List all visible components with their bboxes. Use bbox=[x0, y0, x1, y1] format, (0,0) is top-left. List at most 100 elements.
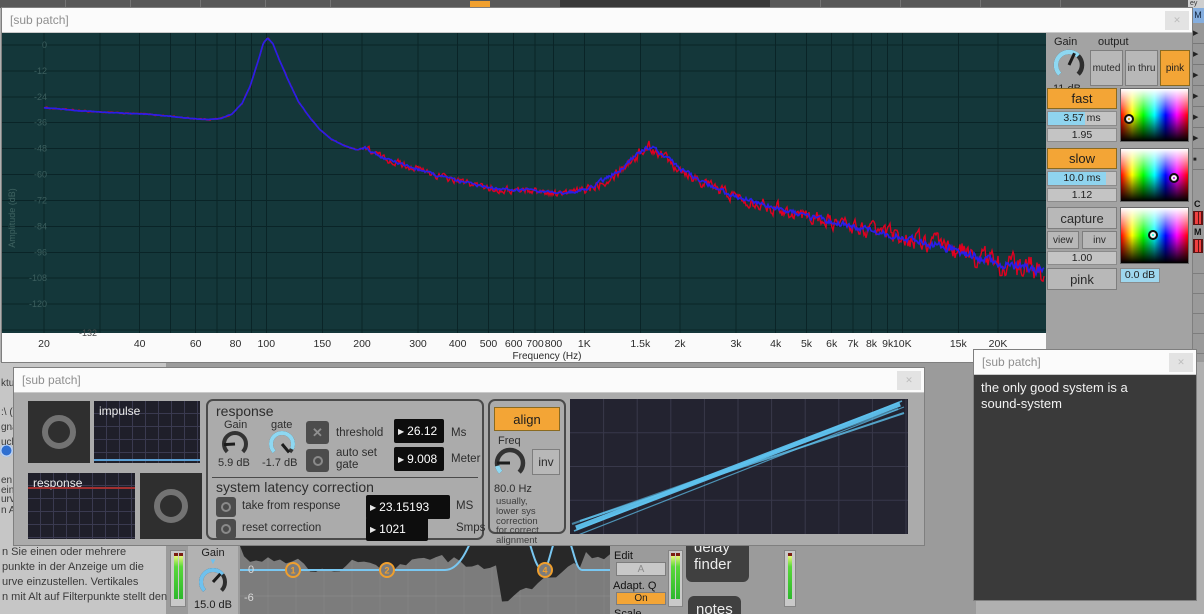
out-db-field[interactable]: 0.0 dB bbox=[1120, 268, 1160, 283]
eq-filter-marker-label: 2 bbox=[384, 566, 389, 576]
level-meter bbox=[668, 550, 683, 607]
clip-slot[interactable]: ▶ bbox=[1192, 44, 1204, 65]
toolbar-divider bbox=[820, 0, 821, 8]
gate-knob[interactable] bbox=[266, 428, 298, 460]
toolbar-orange-indicator bbox=[470, 1, 490, 7]
close-icon[interactable]: ✕ bbox=[1169, 353, 1193, 372]
eq-gain-knob[interactable] bbox=[196, 565, 230, 599]
pink-button[interactable]: pink bbox=[1047, 268, 1117, 290]
x-tick-label: 600 bbox=[505, 338, 523, 350]
inv-button[interactable]: inv bbox=[1082, 231, 1117, 249]
response-dial[interactable] bbox=[140, 473, 202, 539]
autoset-field[interactable]: ▶ 9.008 bbox=[394, 447, 444, 471]
clip-slot[interactable]: ▶ bbox=[1192, 107, 1204, 128]
color-marker[interactable] bbox=[1169, 173, 1179, 183]
eq-gain-panel: Gain ▼ 15.0 dB bbox=[188, 545, 238, 614]
output-gain-knob[interactable] bbox=[1051, 47, 1087, 83]
clip-slot[interactable]: ▶ bbox=[1192, 128, 1204, 149]
eq-edit-button[interactable]: A bbox=[616, 562, 666, 576]
stop-icon: ■ bbox=[1193, 157, 1197, 163]
latency-group-title: system latency correction bbox=[216, 479, 374, 495]
eq-gain-value[interactable]: 15.0 dB bbox=[188, 599, 238, 611]
info-line: urve einzustellen. Vertikales bbox=[2, 576, 138, 588]
align-button[interactable]: align bbox=[494, 407, 560, 431]
x-tick-label: 15k bbox=[950, 338, 968, 350]
empty-slot[interactable] bbox=[1192, 254, 1204, 274]
close-icon[interactable]: ✕ bbox=[897, 371, 921, 390]
capture-button[interactable]: capture bbox=[1047, 207, 1117, 229]
x-tick-label: 2k bbox=[674, 338, 686, 350]
color-picker-slow[interactable] bbox=[1120, 148, 1189, 202]
stop-slot[interactable]: ■ bbox=[1192, 149, 1204, 170]
empty-slot[interactable] bbox=[1192, 314, 1204, 334]
notes-button[interactable]: notes bbox=[688, 596, 741, 614]
x-icon: ✕ bbox=[312, 426, 323, 439]
autoset-value: 9.008 bbox=[407, 452, 437, 466]
note-content[interactable]: the only good system is a sound-system bbox=[974, 375, 1196, 600]
reset-value-field[interactable]: ▶ 1021 bbox=[366, 517, 428, 541]
clip-slot[interactable]: ▶ bbox=[1192, 23, 1204, 44]
info-line: punkte in der Anzeige um die bbox=[2, 561, 144, 573]
muted-button[interactable]: muted bbox=[1090, 50, 1123, 86]
fast-ms-field[interactable]: 3.57 ms bbox=[1047, 111, 1117, 126]
info-fragment: urv bbox=[1, 494, 15, 505]
window-tools-titlebar[interactable]: [sub patch] ✕ bbox=[14, 368, 924, 393]
close-icon[interactable]: ✕ bbox=[1165, 11, 1189, 30]
impulse-display[interactable]: impulse bbox=[94, 401, 200, 463]
info-fragment: :\ ( bbox=[1, 407, 13, 418]
autoset-unit: Meter bbox=[451, 453, 480, 465]
x-tick-label: 700 bbox=[526, 338, 544, 350]
window-spectrum-titlebar[interactable]: [sub patch] ✕ bbox=[2, 8, 1192, 33]
threshold-value: 26.12 bbox=[407, 424, 437, 438]
color-picker-fast[interactable] bbox=[1120, 88, 1189, 142]
freq-knob[interactable] bbox=[492, 445, 528, 481]
color-marker[interactable] bbox=[1124, 114, 1134, 124]
empty-slot[interactable] bbox=[1192, 294, 1204, 314]
eq-adaptq-button[interactable]: On bbox=[616, 592, 666, 605]
eq-display[interactable]: 0-6124 bbox=[240, 546, 610, 614]
capture-ratio-field[interactable]: 1.00 bbox=[1047, 251, 1117, 265]
meter-bar bbox=[174, 553, 178, 599]
impulse-dial[interactable] bbox=[28, 401, 90, 463]
impulse-waveform bbox=[94, 459, 200, 461]
color-picker-capture[interactable] bbox=[1120, 207, 1189, 264]
reset-correction-toggle[interactable] bbox=[216, 519, 236, 539]
window-title: [sub patch] bbox=[974, 355, 1169, 369]
freq-knob-value[interactable]: 80.0 Hz bbox=[494, 483, 532, 495]
take-from-response-toggle[interactable] bbox=[216, 497, 236, 517]
toolbar-divider bbox=[330, 0, 331, 8]
gain-knob-value[interactable]: 5.9 dB bbox=[218, 457, 250, 469]
scope-display[interactable] bbox=[570, 399, 908, 534]
reset-value: 1021 bbox=[379, 522, 406, 536]
x-tick-label: 40 bbox=[134, 338, 146, 350]
in-thru-button[interactable]: in thru bbox=[1125, 50, 1158, 86]
spectrum-plot[interactable]: 0-12-24-36-48-60-72-84-96-108-120Amplitu… bbox=[2, 33, 1046, 362]
window-note-titlebar[interactable]: [sub patch] ✕ bbox=[974, 350, 1196, 375]
slow-ms-field[interactable]: 10.0 ms bbox=[1047, 171, 1117, 186]
gate-knob-value[interactable]: -1.7 dB bbox=[262, 457, 297, 469]
y-tick-label: -60 bbox=[34, 170, 47, 180]
take-value-field[interactable]: ▶ 23.15193 bbox=[366, 495, 450, 519]
info-fragment: ktu bbox=[1, 378, 14, 389]
threshold-toggle[interactable]: ✕ bbox=[306, 421, 329, 444]
autoset-toggle[interactable] bbox=[306, 449, 329, 472]
pink-mode-button[interactable]: pink bbox=[1160, 50, 1190, 86]
y-tick-label: -12 bbox=[34, 66, 47, 76]
threshold-field[interactable]: ▶ 26.12 bbox=[394, 419, 444, 443]
align-inv-button[interactable]: inv bbox=[532, 449, 560, 475]
slow-button[interactable]: slow bbox=[1047, 148, 1117, 169]
meter-bar bbox=[671, 553, 675, 599]
clip-slot[interactable]: ▶ bbox=[1192, 65, 1204, 86]
empty-slot[interactable] bbox=[1192, 274, 1204, 294]
slow-ratio-field[interactable]: 1.12 bbox=[1047, 188, 1117, 202]
fast-ratio-field[interactable]: 1.95 bbox=[1047, 128, 1117, 142]
fast-button[interactable]: fast bbox=[1047, 88, 1117, 109]
x-tick-label: 500 bbox=[480, 338, 498, 350]
response-display[interactable]: response bbox=[28, 473, 135, 539]
view-button[interactable]: view bbox=[1047, 231, 1079, 249]
response-gain-knob[interactable] bbox=[219, 428, 251, 460]
clip-slot[interactable]: ▶ bbox=[1192, 86, 1204, 107]
x-tick-label: 20 bbox=[38, 338, 50, 350]
color-marker[interactable] bbox=[1148, 230, 1158, 240]
analyzer-control-panel: Gain 11 dB output muted in thru pink fas… bbox=[1046, 33, 1192, 362]
